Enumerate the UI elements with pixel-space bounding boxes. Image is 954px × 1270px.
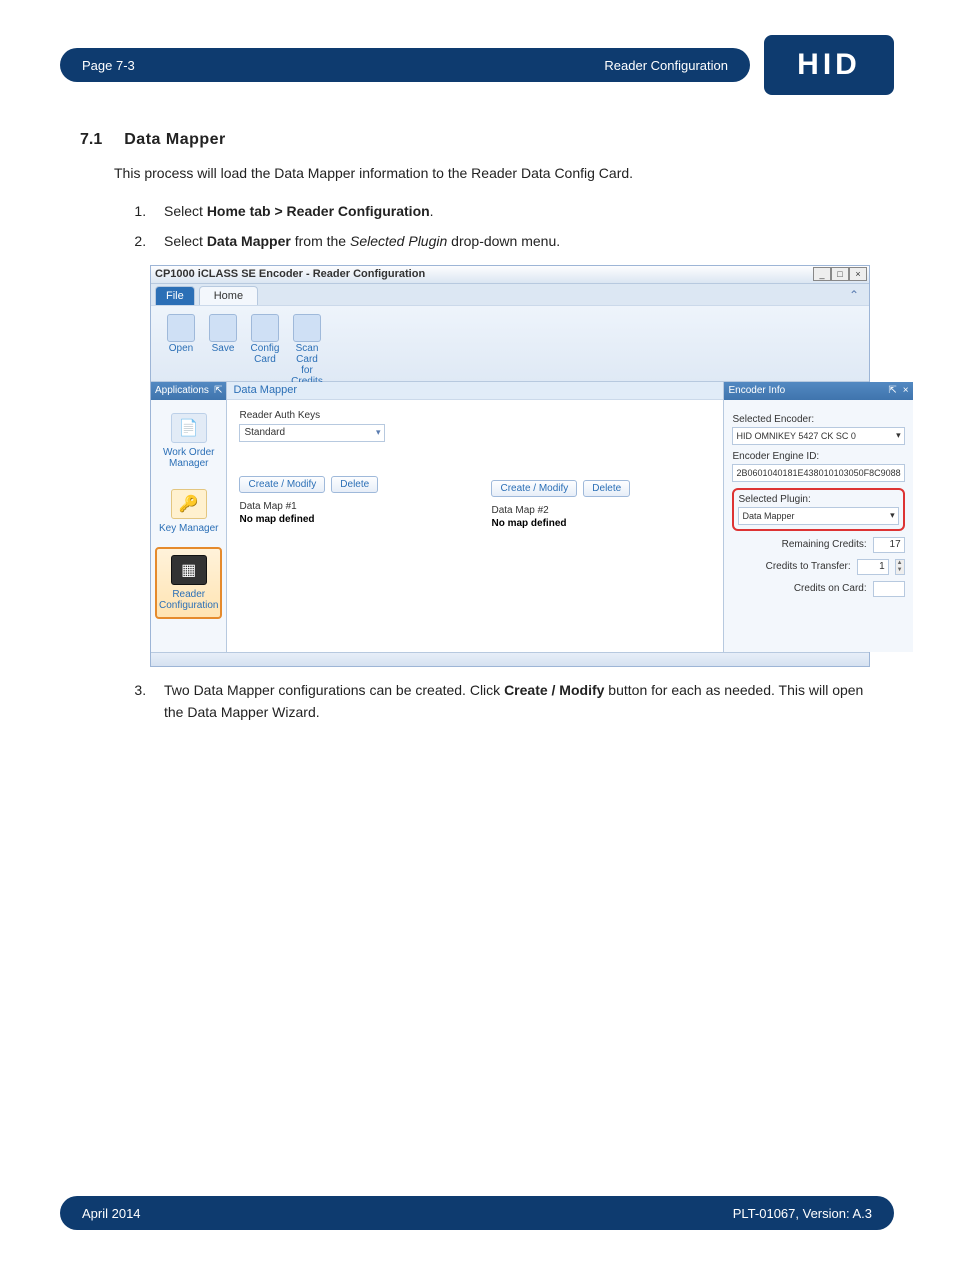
status-bar bbox=[151, 652, 869, 666]
config-card-button[interactable]: Config Card bbox=[248, 314, 282, 387]
auth-keys-dropdown[interactable]: Standard ▾ bbox=[239, 424, 385, 442]
data-map-1-status: No map defined bbox=[239, 514, 459, 525]
step-2: Select Data Mapper from the Selected Plu… bbox=[150, 230, 874, 252]
section-title: Data Mapper bbox=[124, 131, 226, 149]
engine-id-field: 2B0601040181E438010103050F8C9088 bbox=[732, 464, 904, 482]
page-header: Page 7-3 Reader Configuration HID bbox=[60, 35, 894, 95]
delete-1-button[interactable]: Delete bbox=[331, 476, 378, 493]
page-footer: April 2014 PLT-01067, Version: A.3 bbox=[60, 1196, 894, 1230]
save-icon bbox=[209, 314, 237, 342]
encoder-info-panel: Encoder Info ⇱ × Selected Encoder: HID O… bbox=[723, 382, 912, 652]
credits-transfer-value[interactable]: 1 bbox=[857, 559, 889, 575]
footer-date: April 2014 bbox=[82, 1206, 141, 1221]
app-window: CP1000 iCLASS SE Encoder - Reader Config… bbox=[150, 265, 870, 667]
header-bar: Page 7-3 Reader Configuration bbox=[60, 48, 750, 82]
key-manager-icon: 🔑 bbox=[171, 489, 207, 519]
collapse-ribbon-icon[interactable]: ⌃ bbox=[849, 288, 859, 302]
ribbon-group-reader-config: Open Save Config Card Scan Card for bbox=[157, 311, 331, 379]
content: 7.1 Data Mapper This process will load t… bbox=[80, 131, 874, 724]
data-map-1-column: Reader Auth Keys Standard ▾ Create / Mod… bbox=[239, 410, 459, 642]
close-button[interactable]: × bbox=[849, 267, 867, 281]
data-map-2-label: Data Map #2 bbox=[491, 505, 711, 516]
title-bar: CP1000 iCLASS SE Encoder - Reader Config… bbox=[151, 266, 869, 284]
section-number: 7.1 bbox=[80, 131, 102, 149]
section-header: 7.1 Data Mapper bbox=[80, 131, 874, 149]
step-1: Select Home tab > Reader Configuration. bbox=[150, 200, 874, 222]
intro-text: This process will load the Data Mapper i… bbox=[114, 163, 874, 184]
scan-card-button[interactable]: Scan Card for Credits bbox=[290, 314, 324, 387]
main-panel-body: Reader Auth Keys Standard ▾ Create / Mod… bbox=[227, 400, 723, 652]
config-card-icon bbox=[251, 314, 279, 342]
file-tab[interactable]: File bbox=[155, 286, 195, 305]
open-icon bbox=[167, 314, 195, 342]
page-number: Page 7-3 bbox=[82, 58, 135, 73]
work-order-icon: 📄 bbox=[171, 413, 207, 443]
main-panel: Data Mapper Reader Auth Keys Standard ▾ … bbox=[227, 382, 723, 652]
steps-list: Select Home tab > Reader Configuration. … bbox=[150, 200, 874, 253]
steps-list-continued: Two Data Mapper configurations can be cr… bbox=[150, 679, 874, 724]
reader-config-icon: ▦ bbox=[171, 555, 207, 585]
credits-transfer-row: Credits to Transfer: 1 ▲▼ bbox=[732, 559, 904, 575]
screenshot: CP1000 iCLASS SE Encoder - Reader Config… bbox=[150, 265, 874, 667]
work-area: Applications ⇱ 📄 Work Order Manager 🔑 Ke… bbox=[151, 382, 869, 652]
selected-encoder-label: Selected Encoder: bbox=[732, 414, 904, 425]
selected-plugin-dropdown[interactable]: Data Mapper ▾ bbox=[738, 507, 898, 525]
hid-logo: HID bbox=[764, 35, 894, 95]
main-panel-title: Data Mapper bbox=[227, 382, 723, 400]
remaining-credits-row: Remaining Credits: 17 bbox=[732, 537, 904, 553]
applications-panel-title: Applications ⇱ bbox=[151, 382, 226, 400]
footer-docid: PLT-01067, Version: A.3 bbox=[733, 1206, 872, 1221]
chevron-down-icon: ▾ bbox=[890, 510, 895, 521]
data-map-2-column: Create / Modify Delete Data Map #2 No ma… bbox=[491, 410, 711, 642]
applications-panel: Applications ⇱ 📄 Work Order Manager 🔑 Ke… bbox=[151, 382, 227, 652]
data-map-2-status: No map defined bbox=[491, 518, 711, 529]
chevron-down-icon: ▾ bbox=[376, 427, 381, 438]
credits-transfer-spinner[interactable]: ▲▼ bbox=[895, 559, 905, 575]
selected-encoder-dropdown[interactable]: HID OMNIKEY 5427 CK SC 0 ▾ bbox=[732, 427, 904, 445]
page-topic: Reader Configuration bbox=[604, 58, 728, 73]
sidebar-item-key-manager[interactable]: 🔑 Key Manager bbox=[155, 482, 222, 541]
save-button[interactable]: Save bbox=[206, 314, 240, 387]
panel-controls: ⇱ × bbox=[888, 385, 908, 396]
credits-on-card-value bbox=[873, 581, 905, 597]
delete-2-button[interactable]: Delete bbox=[583, 480, 630, 497]
selected-plugin-label: Selected Plugin: bbox=[738, 494, 898, 505]
scan-card-icon bbox=[293, 314, 321, 342]
step-3: Two Data Mapper configurations can be cr… bbox=[150, 679, 874, 724]
encoder-info-title: Encoder Info ⇱ × bbox=[724, 382, 912, 400]
home-tab[interactable]: Home bbox=[199, 286, 258, 305]
minimize-button[interactable]: _ bbox=[813, 267, 831, 281]
menu-tabs: File Home ⌃ bbox=[151, 284, 869, 306]
credits-on-card-row: Credits on Card: bbox=[732, 581, 904, 597]
encoder-info-body: Selected Encoder: HID OMNIKEY 5427 CK SC… bbox=[724, 400, 912, 652]
remaining-credits-value: 17 bbox=[873, 537, 905, 553]
window-buttons: _ □ × bbox=[813, 267, 867, 281]
create-modify-2-button[interactable]: Create / Modify bbox=[491, 480, 577, 497]
pin-icon[interactable]: ⇱ bbox=[214, 385, 222, 396]
auth-keys-label: Reader Auth Keys bbox=[239, 410, 459, 421]
applications-list: 📄 Work Order Manager 🔑 Key Manager ▦ Rea… bbox=[151, 400, 226, 652]
window-title: CP1000 iCLASS SE Encoder - Reader Config… bbox=[155, 268, 425, 280]
close-panel-icon[interactable]: × bbox=[903, 385, 909, 396]
create-modify-1-button[interactable]: Create / Modify bbox=[239, 476, 325, 493]
ribbon: Open Save Config Card Scan Card for bbox=[151, 306, 869, 382]
pin-icon[interactable]: ⇱ bbox=[888, 385, 896, 396]
maximize-button[interactable]: □ bbox=[831, 267, 849, 281]
open-button[interactable]: Open bbox=[164, 314, 198, 387]
data-map-1-label: Data Map #1 bbox=[239, 501, 459, 512]
engine-id-label: Encoder Engine ID: bbox=[732, 451, 904, 462]
sidebar-item-reader-configuration[interactable]: ▦ Reader Configuration bbox=[155, 547, 222, 619]
sidebar-item-work-order[interactable]: 📄 Work Order Manager bbox=[155, 406, 222, 476]
selected-plugin-highlight: Selected Plugin: Data Mapper ▾ bbox=[732, 488, 904, 531]
chevron-down-icon: ▾ bbox=[896, 430, 901, 441]
